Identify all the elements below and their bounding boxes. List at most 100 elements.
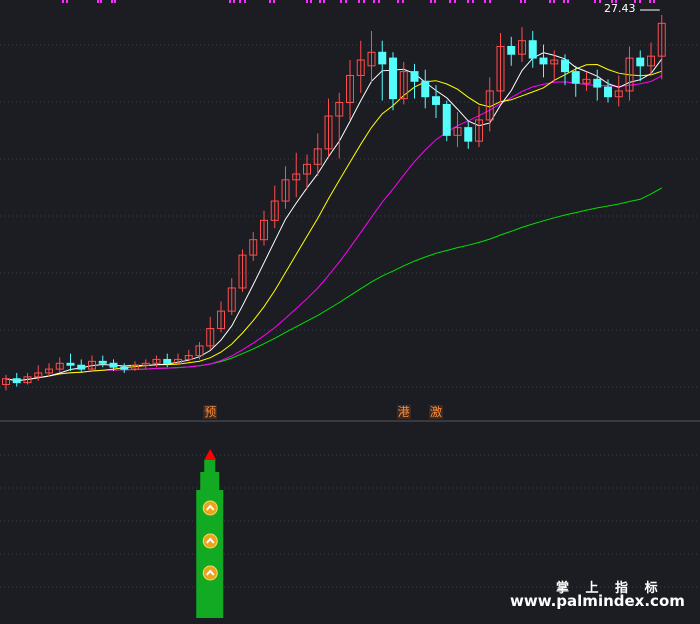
- top-tick: [100, 0, 102, 3]
- candle: [582, 71, 591, 91]
- candle-body: [561, 59, 569, 73]
- candle: [389, 52, 397, 111]
- candle: [184, 349, 193, 362]
- top-tick: [323, 0, 325, 3]
- top-tick: [244, 0, 246, 3]
- candle: [432, 85, 440, 118]
- candle: [346, 60, 354, 120]
- candle-body: [12, 378, 21, 384]
- candle-body: [163, 358, 172, 364]
- candle-body: [378, 51, 387, 65]
- top-tick: [520, 0, 522, 3]
- high-price-label: 27.43: [604, 2, 636, 15]
- watermark-url: www.palmindex.com: [510, 592, 685, 610]
- candle-body: [636, 57, 645, 67]
- candle-body: [539, 57, 548, 65]
- candle: [195, 342, 204, 360]
- top-tick-marks: [62, 0, 660, 11]
- candle: [464, 121, 473, 149]
- candle: [174, 353, 182, 366]
- top-tick: [269, 0, 271, 3]
- candle: [539, 44, 548, 78]
- candle-body: [528, 40, 537, 59]
- candle: [141, 359, 150, 370]
- candle-body: [120, 366, 129, 370]
- top-tick: [62, 0, 64, 3]
- signal-bar-step: [200, 472, 220, 492]
- candle: [367, 31, 376, 84]
- candle: [496, 32, 505, 103]
- top-tick: [306, 0, 308, 3]
- top-tick: [233, 0, 235, 3]
- candle-body: [593, 78, 602, 88]
- top-tick: [489, 0, 491, 3]
- ma60-line: [5, 187, 663, 382]
- top-tick: [66, 0, 68, 3]
- candle-body: [432, 96, 440, 105]
- top-tick: [373, 0, 375, 3]
- top-tick: [229, 0, 231, 3]
- top-tick: [397, 0, 399, 3]
- top-tick: [549, 0, 551, 3]
- signal-marker-label: 激: [429, 405, 444, 419]
- signal-chevron-badge: [202, 533, 218, 549]
- candle-body: [464, 127, 473, 142]
- candle-body: [442, 103, 451, 136]
- candle-body: [98, 360, 107, 364]
- top-tick: [430, 0, 432, 3]
- candle: [2, 374, 10, 391]
- candle-body: [421, 80, 430, 98]
- candle: [77, 359, 86, 373]
- candle: [249, 231, 258, 261]
- candle-body: [66, 362, 75, 366]
- candle: [206, 316, 215, 350]
- candle: [657, 15, 666, 80]
- candle: [410, 63, 419, 99]
- candle: [88, 355, 96, 372]
- candle-body: [410, 71, 419, 82]
- candle: [507, 36, 516, 66]
- candle: [45, 363, 53, 377]
- top-tick: [649, 0, 651, 3]
- top-tick: [273, 0, 275, 3]
- top-tick: [567, 0, 569, 3]
- top-tick: [310, 0, 312, 3]
- signal-marker-label: 预: [203, 405, 218, 419]
- candle: [281, 166, 290, 209]
- candle: [260, 210, 268, 246]
- candle: [98, 355, 107, 368]
- candlestick-series: [2, 15, 666, 391]
- top-tick: [97, 0, 99, 3]
- top-tick: [358, 0, 360, 3]
- candle: [421, 69, 430, 109]
- candle-body: [389, 57, 397, 100]
- indicator-panel: [196, 449, 224, 618]
- candle: [163, 353, 172, 368]
- candle: [66, 353, 75, 372]
- top-tick: [599, 0, 601, 3]
- top-tick: [434, 0, 436, 3]
- candle: [475, 106, 483, 147]
- top-tick: [340, 0, 342, 3]
- ma10-line: [5, 63, 662, 382]
- top-tick: [319, 0, 321, 3]
- top-tick: [484, 0, 486, 3]
- signal-top-triangle: [204, 449, 217, 460]
- candle: [270, 185, 279, 229]
- top-tick: [639, 0, 641, 3]
- signal-bar-step: [204, 460, 216, 474]
- candle: [636, 50, 645, 82]
- top-tick: [472, 0, 474, 3]
- candle: [356, 40, 365, 93]
- top-tick: [239, 0, 241, 3]
- signal-marker-label: 港: [396, 405, 411, 419]
- candle: [12, 372, 21, 387]
- candle: [292, 152, 301, 198]
- top-tick: [553, 0, 555, 3]
- ma20-line: [5, 75, 663, 382]
- candle: [217, 301, 225, 333]
- candle: [324, 98, 333, 157]
- candle: [561, 54, 569, 86]
- top-tick: [402, 0, 404, 3]
- top-tick: [111, 0, 113, 3]
